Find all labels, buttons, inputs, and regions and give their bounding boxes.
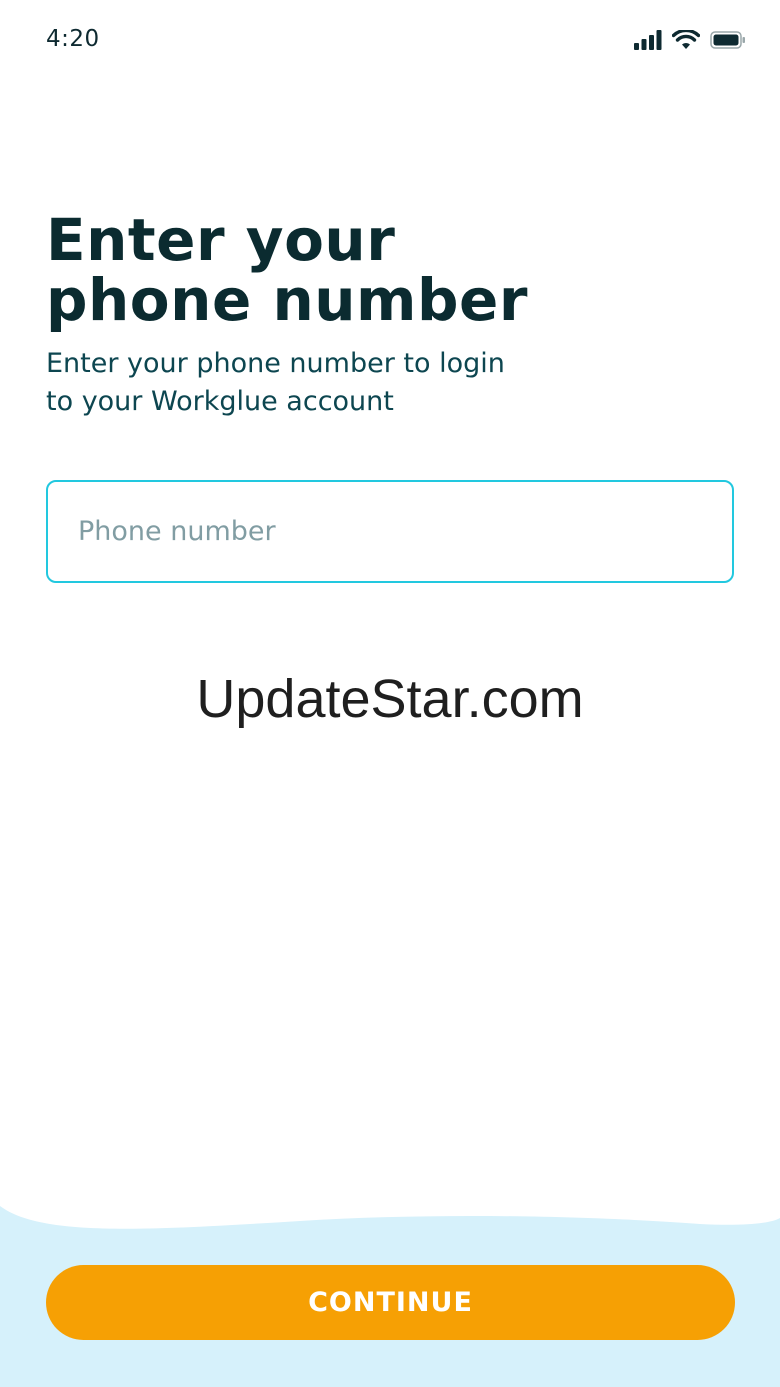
continue-button[interactable]: CONTINUE <box>46 1265 735 1340</box>
status-time: 4:20 <box>46 26 100 52</box>
signal-icon <box>634 30 662 50</box>
wifi-icon <box>672 30 700 49</box>
watermark: UpdateStar.com <box>196 669 584 729</box>
page-title: Enter your phone number <box>46 210 746 330</box>
page-subtitle-line: Enter your phone number to login <box>46 348 505 379</box>
battery-icon <box>710 31 745 49</box>
page-title-line: phone number <box>46 266 528 334</box>
page-subtitle: Enter your phone number to login to your… <box>46 345 746 421</box>
status-bar: 4:20 <box>0 0 780 82</box>
phone-number-input[interactable] <box>46 480 734 583</box>
page-title-line: Enter your <box>46 206 396 274</box>
status-icons <box>634 30 746 50</box>
page-subtitle-line: to your Workglue account <box>46 386 394 417</box>
